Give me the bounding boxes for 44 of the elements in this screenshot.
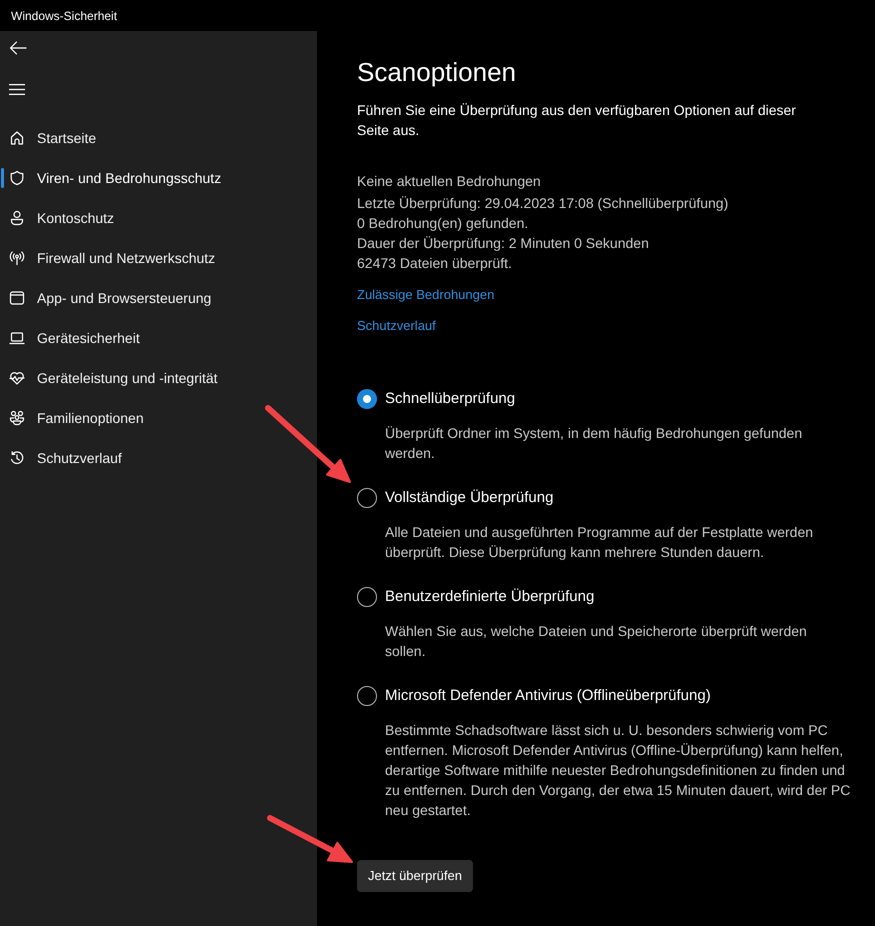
- status-line: Dauer der Überprüfung: 2 Minuten 0 Sekunden: [357, 234, 650, 253]
- history-icon: [9, 450, 25, 466]
- person-icon: [9, 210, 25, 226]
- radio-button[interactable]: [357, 587, 377, 607]
- nav-item[interactable]: Startseite: [0, 118, 317, 158]
- option-label[interactable]: Benutzerdefinierte Überprüfung: [385, 587, 594, 607]
- nav-item[interactable]: Firewall und Netzwerkschutz: [0, 238, 317, 278]
- nav-item[interactable]: Gerätesicherheit: [0, 318, 317, 358]
- page-title: Scanoptionen: [357, 56, 516, 89]
- status-heading: Keine aktuellen Bedrohungen: [357, 172, 541, 191]
- nav-item[interactable]: Geräteleistung und -integrität: [0, 358, 317, 398]
- window-title: Windows-Sicherheit: [11, 10, 118, 22]
- option-description: Wählen Sie aus, welche Dateien und Speicherorte überprüft werden sollen.: [385, 622, 808, 661]
- option-label[interactable]: Microsoft Defender Antivirus (Offlineüberprüfung): [385, 686, 711, 706]
- shield-icon: [9, 170, 25, 186]
- nav-item[interactable]: Kontoschutz: [0, 198, 317, 238]
- option-description: Bestimmte Schadsoftware lässt sich u. U. besonders schwierig vom PC entfernen. Microsoft Defender Antivirus (Offline-Überprüfung) kann helfen, derartige Software mithilfe neuester Bedrohungsdefinitionen zu finden und zu entfernen. Durch den Vorgang, der etwa 15 Minuten dauert, wird der PC neu gestartet.: [385, 721, 851, 820]
- page-description: Führen Sie eine Überprüfung aus den verfügbaren Optionen auf dieser Seite aus.: [357, 101, 797, 140]
- link[interactable]: Zulässige Bedrohungen: [357, 285, 494, 305]
- heart-pulse-icon: [9, 370, 25, 386]
- nav-item[interactable]: Familienoptionen: [0, 398, 317, 438]
- radio-button[interactable]: [357, 389, 377, 409]
- laptop-icon: [9, 330, 25, 346]
- option-label[interactable]: Vollständige Überprüfung: [385, 488, 554, 508]
- window-icon: [9, 290, 25, 306]
- scan-now-button[interactable]: Jetzt überprüfen: [357, 860, 473, 892]
- radio-button[interactable]: [357, 488, 377, 508]
- option-description: Alle Dateien und ausgeführten Programme auf der Festplatte werden überprüft. Diese Überprüfung kann mehrere Stunden dauern.: [385, 523, 814, 562]
- home-icon: [9, 130, 25, 146]
- option-description: Überprüft Ordner im System, in dem häufig Bedrohungen gefunden werden.: [385, 424, 804, 463]
- link[interactable]: Schutzverlauf: [357, 316, 436, 336]
- people-icon: [9, 410, 25, 426]
- status-line: 62473 Dateien überprüft.: [357, 254, 513, 273]
- radio-button[interactable]: [357, 686, 377, 706]
- nav-item[interactable]: Schutzverlauf: [0, 438, 317, 478]
- nav-item[interactable]: Viren- und Bedrohungsschutz: [0, 158, 317, 198]
- option-label[interactable]: Schnellüberprüfung: [385, 389, 516, 409]
- nav-item[interactable]: App- und Browsersteuerung: [0, 278, 317, 318]
- menu-icon: [9, 84, 25, 94]
- selection-indicator: [1, 168, 4, 188]
- status-line: Letzte Überprüfung: 29.04.2023 17:08 (Schnellüberprüfung): [357, 194, 728, 213]
- status-line: 0 Bedrohung(en) gefunden.: [357, 214, 530, 233]
- antenna-icon: [9, 250, 25, 266]
- back-arrow-icon: [9, 41, 27, 55]
